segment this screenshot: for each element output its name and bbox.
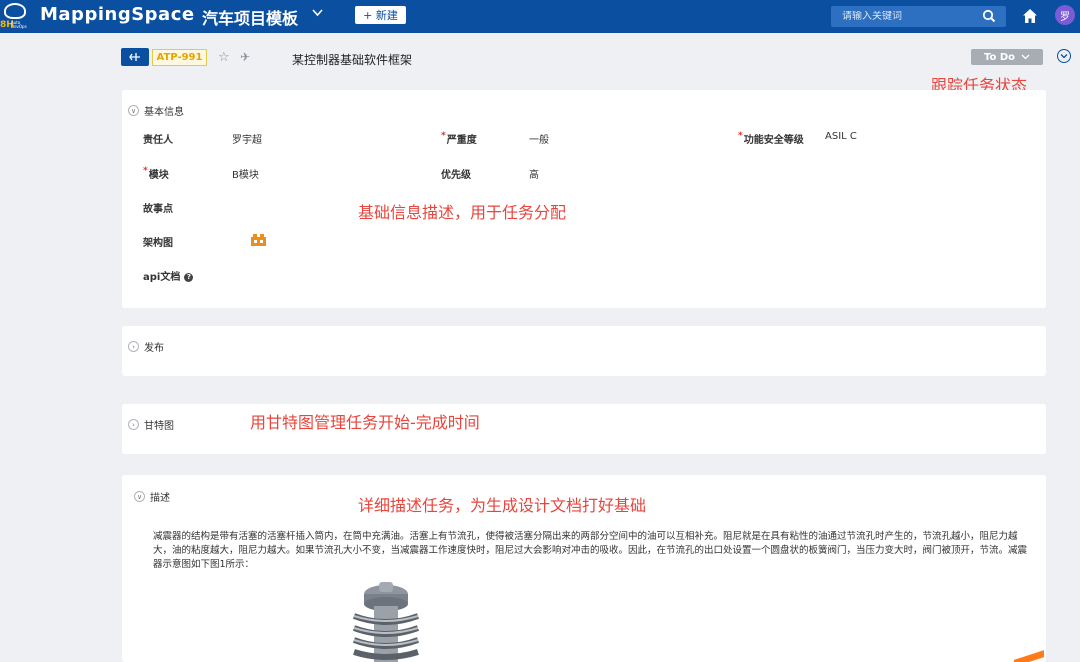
issue-type-icon[interactable] [121, 48, 149, 66]
basic-info-title: 基本信息 [144, 107, 184, 118]
module-label: *模块 [143, 166, 169, 181]
architecture-icon[interactable] [251, 234, 266, 246]
severity-label: *严重度 [441, 131, 477, 146]
description-header[interactable]: ∨ 描述 [134, 489, 170, 504]
description-title: 描述 [150, 493, 170, 504]
more-icon[interactable] [1057, 49, 1071, 63]
architecture-label: 架构图 [143, 238, 173, 249]
release-panel [122, 326, 1046, 376]
status-label: To Do [983, 51, 1015, 63]
status-dropdown[interactable]: To Do [971, 49, 1043, 65]
basic-info-header[interactable]: ∨ 基本信息 [128, 103, 184, 118]
logo-badge-sub: Auto DevOps [11, 20, 27, 29]
top-bar: 8H Auto DevOps MappingSpace 汽车项目模板 + 新建 … [0, 0, 1080, 33]
project-name[interactable]: 汽车项目模板 [202, 5, 298, 29]
search-input[interactable] [831, 11, 976, 22]
required-mark: * [143, 166, 148, 176]
toggle-icon: ∨ [134, 491, 145, 502]
story-points-label: 故事点 [143, 204, 173, 215]
annotation-basic: 基础信息描述，用于任务分配 [358, 203, 567, 222]
toggle-icon: › [128, 419, 139, 430]
severity-label-text: 严重度 [446, 135, 477, 146]
home-icon[interactable] [1021, 7, 1039, 25]
required-mark: * [441, 131, 446, 141]
priority-value[interactable]: 高 [529, 166, 539, 181]
safety-level-label: *功能安全等级 [738, 131, 804, 146]
pin-icon[interactable]: ✈ [240, 50, 250, 64]
toggle-icon: › [128, 341, 139, 352]
gantt-title: 甘特图 [144, 421, 174, 432]
owner-value[interactable]: 罗宇超 [232, 131, 262, 146]
annotation-description: 详细描述任务，为生成设计文档打好基础 [358, 496, 647, 515]
toggle-icon: ∨ [128, 105, 139, 116]
severity-value[interactable]: 一般 [529, 131, 549, 146]
release-header[interactable]: › 发布 [128, 339, 164, 354]
description-text[interactable]: 减震器的结构是带有活塞的活塞杆插入筒内，在筒中充满油。活塞上有节流孔，使得被活塞… [153, 530, 1029, 572]
brand-name[interactable]: MappingSpace [40, 4, 195, 25]
annotation-gantt: 用甘特图管理任务开始-完成时间 [250, 413, 480, 432]
safety-level-value[interactable]: ASIL C [825, 131, 857, 142]
search-box [831, 6, 1006, 27]
search-icon[interactable] [982, 9, 996, 23]
owner-label: 责任人 [143, 135, 173, 146]
basic-info-panel [122, 90, 1046, 308]
shock-absorber-image [352, 582, 420, 662]
api-doc-label: api文档? [143, 268, 194, 283]
safety-level-label-text: 功能安全等级 [743, 135, 804, 146]
module-label-text: 模块 [148, 170, 169, 181]
api-doc-label-text: api文档 [143, 272, 181, 283]
required-mark: * [738, 131, 743, 141]
priority-label: 优先级 [441, 170, 471, 181]
logo-icon[interactable]: 8H Auto DevOps [0, 0, 32, 33]
issue-title[interactable]: 某控制器基础软件框架 [292, 51, 412, 68]
new-button[interactable]: + 新建 [355, 6, 406, 24]
release-title: 发布 [144, 343, 164, 354]
chevron-down-icon[interactable] [311, 6, 324, 23]
avatar[interactable]: 罗 [1055, 5, 1075, 25]
module-value[interactable]: B模块 [232, 166, 259, 181]
star-icon[interactable]: ☆ [218, 50, 230, 65]
issue-key-badge[interactable]: ATP-991 [152, 49, 207, 66]
gantt-header[interactable]: › 甘特图 [128, 417, 174, 432]
chevron-down-icon [1021, 54, 1030, 60]
help-icon[interactable]: ? [184, 272, 194, 282]
